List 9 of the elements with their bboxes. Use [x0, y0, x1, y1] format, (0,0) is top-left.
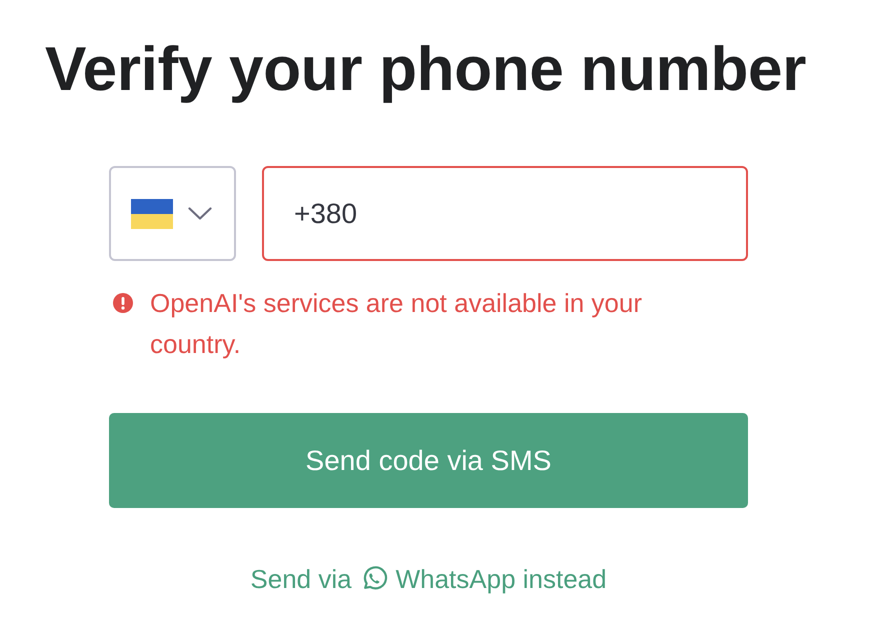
country-select[interactable] — [109, 166, 236, 261]
phone-input[interactable]: +380 — [262, 166, 748, 261]
whatsapp-link[interactable]: Send via WhatsApp instead — [250, 559, 607, 599]
send-code-button[interactable]: Send code via SMS — [109, 413, 748, 508]
flag-icon — [131, 198, 173, 228]
chevron-down-icon — [188, 207, 212, 220]
error-icon — [113, 293, 133, 313]
page-heading: Verify your phone number — [45, 34, 806, 106]
error-message: OpenAI's services are not available in your country. — [150, 287, 643, 361]
